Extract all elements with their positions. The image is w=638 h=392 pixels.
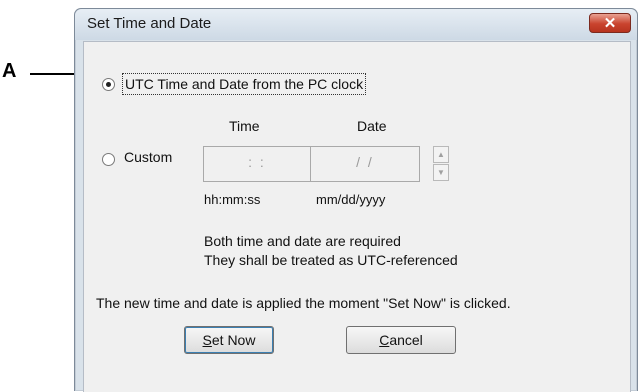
custom-radio-button[interactable]: [102, 153, 115, 166]
utc-radio-button[interactable]: [102, 78, 115, 91]
date-time-spinner: ▲ ▼: [433, 146, 449, 182]
time-format-hint: hh:mm:ss: [204, 192, 261, 207]
callout-letter: A: [2, 60, 17, 82]
set-now-mnemonic: S: [202, 332, 212, 348]
close-icon: ✕: [603, 15, 617, 32]
close-button[interactable]: ✕: [589, 13, 631, 33]
set-now-button[interactable]: Set Now: [184, 326, 274, 354]
title-bar[interactable]: Set Time and Date ✕: [75, 9, 637, 40]
set-now-label: et Now: [211, 332, 256, 348]
required-note: Both time and date are required: [204, 233, 401, 249]
utc-option-label[interactable]: UTC Time and Date from the PC clock: [122, 73, 367, 95]
utc-reference-note: They shall be treated as UTC-referenced: [204, 252, 458, 268]
apply-note: The new time and date is applied the mom…: [96, 295, 511, 311]
time-header: Time: [229, 118, 260, 134]
time-input[interactable]: : :: [203, 146, 311, 182]
cancel-label: ancel: [389, 332, 423, 348]
cancel-mnemonic: C: [379, 332, 390, 348]
window-title: Set Time and Date: [87, 15, 212, 32]
custom-option-label[interactable]: Custom: [124, 147, 172, 167]
dialog-window: Set Time and Date ✕ UTC Time and Date fr…: [74, 8, 638, 392]
up-arrow-icon[interactable]: ▲: [433, 146, 449, 163]
down-arrow-icon[interactable]: ▼: [433, 164, 449, 181]
dialog-client-area: UTC Time and Date from the PC clock Time…: [83, 41, 631, 392]
date-header: Date: [357, 118, 387, 134]
date-format-hint: mm/dd/yyyy: [316, 192, 386, 207]
cancel-button[interactable]: Cancel: [346, 326, 456, 354]
date-input[interactable]: / /: [310, 146, 420, 182]
